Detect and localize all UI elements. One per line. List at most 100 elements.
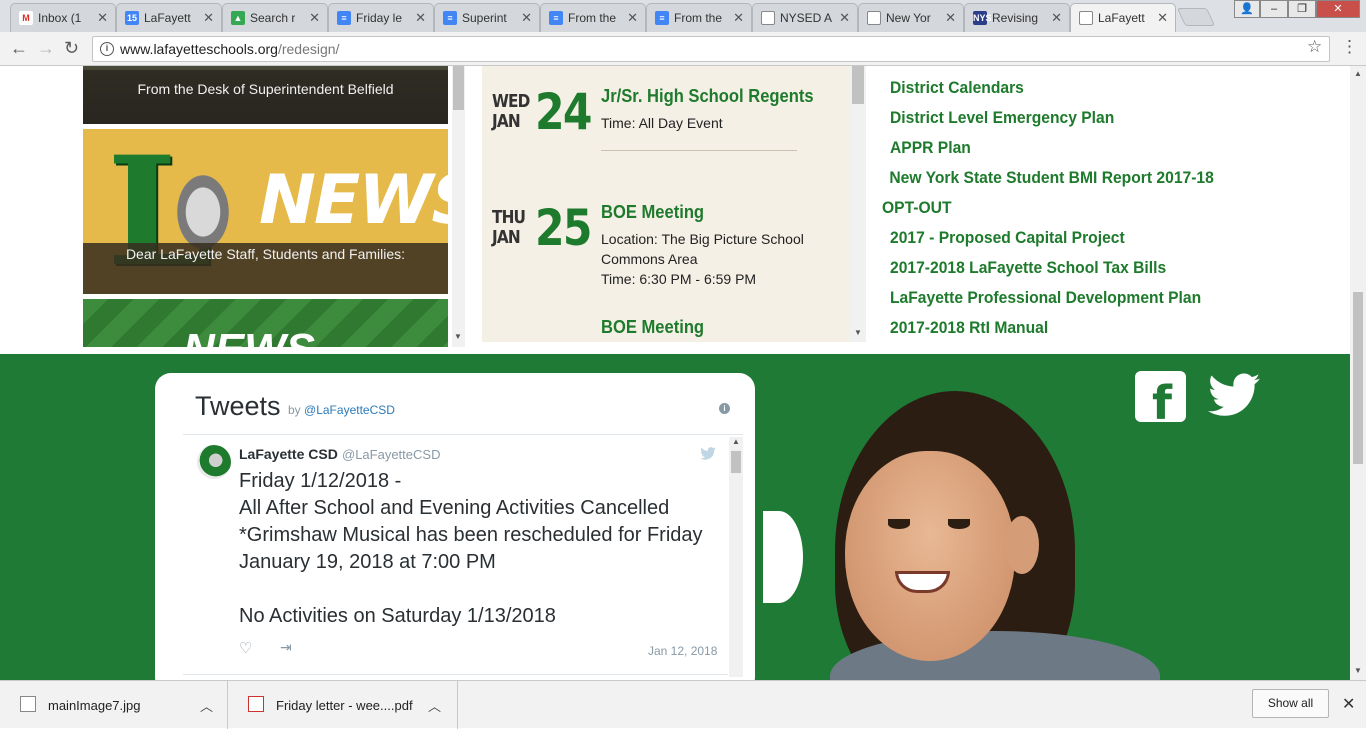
event-month: JAN <box>492 111 521 132</box>
scroll-down-arrow-icon[interactable]: ▼ <box>854 328 862 337</box>
link-appr-plan[interactable]: APPR Plan <box>890 138 971 158</box>
event-title[interactable]: Jr/Sr. High School Regents <box>601 86 814 107</box>
restore-button[interactable]: ❐ <box>1288 0 1316 18</box>
download-item[interactable]: mainImage7.jpg ︿ <box>0 681 228 729</box>
close-tab-icon[interactable]: ✕ <box>309 10 320 26</box>
browser-tab[interactable]: NYS Revising ✕ <box>964 3 1070 32</box>
tweet-list: LaFayette CSD @LaFayetteCSD Friday 1/12/… <box>183 434 743 680</box>
user-profile-icon[interactable]: 👤 <box>1234 0 1260 18</box>
link-tax-bills[interactable]: 2017-2018 LaFayette School Tax Bills <box>890 258 1166 278</box>
close-tab-icon[interactable]: ✕ <box>627 10 638 26</box>
download-filename: Friday letter - wee....pdf <box>276 698 413 713</box>
tweet-scroll-thumb[interactable] <box>731 451 741 473</box>
chevron-up-icon[interactable]: ︿ <box>428 696 441 715</box>
news-caption: Dear LaFayette Staff, Students and Famil… <box>83 243 448 294</box>
news-card-letter[interactable]: L NEWS Dear LaFayette Staff, Students an… <box>83 129 448 294</box>
back-arrow-icon[interactable]: ← <box>10 38 28 59</box>
page-icon <box>1079 11 1093 25</box>
browser-tab[interactable]: ≡ Friday le ✕ <box>328 3 434 32</box>
event-title[interactable]: BOE Meeting <box>601 202 704 223</box>
tweets-by-handle-link[interactable]: @LaFayetteCSD <box>304 403 395 417</box>
news-caption: From the Desk of Superintendent Belfield <box>83 70 448 124</box>
link-rti-manual[interactable]: 2017-2018 RtI Manual <box>890 318 1048 338</box>
browser-tab[interactable]: ≡ From the ✕ <box>540 3 646 32</box>
facebook-icon[interactable]: f <box>1135 371 1186 430</box>
events-scroll-thumb[interactable] <box>852 66 864 104</box>
tab-title: From the <box>568 11 617 25</box>
news-banner-text: NEWS <box>183 325 315 347</box>
facebook-f-glyph: f <box>1152 376 1173 430</box>
show-all-downloads-button[interactable]: Show all <box>1252 689 1329 718</box>
tweets-by-prefix: by <box>288 403 301 417</box>
browser-tab[interactable]: ▲ Search r ✕ <box>222 3 328 32</box>
download-item[interactable]: Friday letter - wee....pdf ︿ <box>228 681 458 729</box>
browser-tab[interactable]: 15 LaFayett ✕ <box>116 3 222 32</box>
close-tab-icon[interactable]: ✕ <box>839 10 850 26</box>
close-tab-icon[interactable]: ✕ <box>415 10 426 26</box>
news-card-superintendent[interactable]: From the Desk of Superintendent Belfield <box>83 66 448 124</box>
link-emergency-plan[interactable]: District Level Emergency Plan <box>890 108 1114 128</box>
browser-tab[interactable]: New Yor ✕ <box>858 3 964 32</box>
download-filename: mainImage7.jpg <box>48 698 141 713</box>
tweet-date[interactable]: Jan 12, 2018 <box>648 644 717 658</box>
bookmark-star-icon[interactable]: ☆ <box>1307 37 1322 57</box>
close-tab-icon[interactable]: ✕ <box>1157 10 1168 26</box>
site-info-icon[interactable]: i <box>100 42 114 56</box>
heart-icon[interactable]: ♡ <box>239 639 252 657</box>
address-bar[interactable]: i www.lafayetteschools.org/redesign/ <box>92 36 1330 62</box>
close-tab-icon[interactable]: ✕ <box>521 10 532 26</box>
news-scroll-thumb[interactable] <box>453 66 464 110</box>
page-viewport: From the Desk of Superintendent Belfield… <box>0 66 1350 680</box>
close-tab-icon[interactable]: ✕ <box>203 10 214 26</box>
tweet-scrollbar[interactable]: ▲ <box>729 437 743 677</box>
photo-face <box>845 451 1015 661</box>
menu-icon[interactable]: ⋮ <box>1341 37 1358 57</box>
url-host: www.lafayetteschools.org <box>120 41 278 57</box>
event-separator <box>601 150 797 151</box>
tweet-author[interactable]: LaFayette CSD <box>239 446 338 462</box>
avatar[interactable] <box>197 445 231 479</box>
photo-eye-left <box>888 519 910 529</box>
tab-title: Inbox (1 <box>38 11 82 25</box>
reload-icon[interactable]: ↻ <box>64 38 79 59</box>
tweet-item[interactable]: LaFayette CSD @LaFayetteCSD Friday 1/12/… <box>183 435 728 675</box>
events-scrollbar[interactable]: ▼ <box>850 66 866 342</box>
twitter-bird-icon[interactable] <box>700 447 716 463</box>
twitter-icon[interactable] <box>1208 373 1260 419</box>
page-scrollbar[interactable]: ▲ ▼ <box>1350 66 1366 680</box>
scroll-up-arrow-icon[interactable]: ▲ <box>1354 69 1362 78</box>
close-tab-icon[interactable]: ✕ <box>733 10 744 26</box>
image-file-icon <box>20 696 36 712</box>
browser-tab[interactable]: LaFayett ✕ <box>1070 3 1176 32</box>
close-tab-icon[interactable]: ✕ <box>945 10 956 26</box>
share-icon[interactable]: ⇥ <box>280 639 292 656</box>
scroll-down-arrow-icon[interactable]: ▼ <box>1354 666 1362 675</box>
close-tab-icon[interactable]: ✕ <box>1051 10 1062 26</box>
new-tab-button[interactable] <box>1176 8 1216 26</box>
tweets-by-line: by @LaFayetteCSD <box>288 403 395 417</box>
minimize-button[interactable]: – <box>1260 0 1288 18</box>
close-tab-icon[interactable]: ✕ <box>97 10 108 26</box>
tweet-handle[interactable]: @LaFayetteCSD <box>342 447 440 462</box>
link-capital-project[interactable]: 2017 - Proposed Capital Project <box>890 228 1125 248</box>
scroll-up-arrow-icon[interactable]: ▲ <box>732 437 740 446</box>
event-title[interactable]: BOE Meeting <box>601 317 704 338</box>
chevron-up-icon[interactable]: ︿ <box>200 696 213 715</box>
browser-tab[interactable]: ≡ From the ✕ <box>646 3 752 32</box>
browser-tab[interactable]: ≡ Superint ✕ <box>434 3 540 32</box>
forward-arrow-icon[interactable]: → <box>37 38 55 59</box>
link-bmi-report[interactable]: New York State Student BMI Report 2017-1… <box>882 163 1250 223</box>
info-icon[interactable]: i <box>719 403 730 414</box>
browser-tab[interactable]: NYSED A ✕ <box>752 3 858 32</box>
news-card-third[interactable]: NEWS <box>83 299 448 347</box>
browser-tab[interactable]: M Inbox (1 ✕ <box>10 3 116 32</box>
link-district-calendars[interactable]: District Calendars <box>890 78 1024 98</box>
events-list: WED JAN 24 Jr/Sr. High School Regents Ti… <box>482 66 850 342</box>
link-professional-development[interactable]: LaFayette Professional Development Plan <box>890 288 1201 308</box>
close-window-button[interactable]: ✕ <box>1316 0 1360 18</box>
scroll-down-arrow-icon[interactable]: ▼ <box>454 332 462 341</box>
page-scroll-thumb[interactable] <box>1353 292 1363 464</box>
news-scrollbar[interactable]: ▼ <box>452 66 465 347</box>
tab-title: LaFayett <box>1098 11 1145 25</box>
close-icon[interactable]: ✕ <box>1342 694 1355 714</box>
